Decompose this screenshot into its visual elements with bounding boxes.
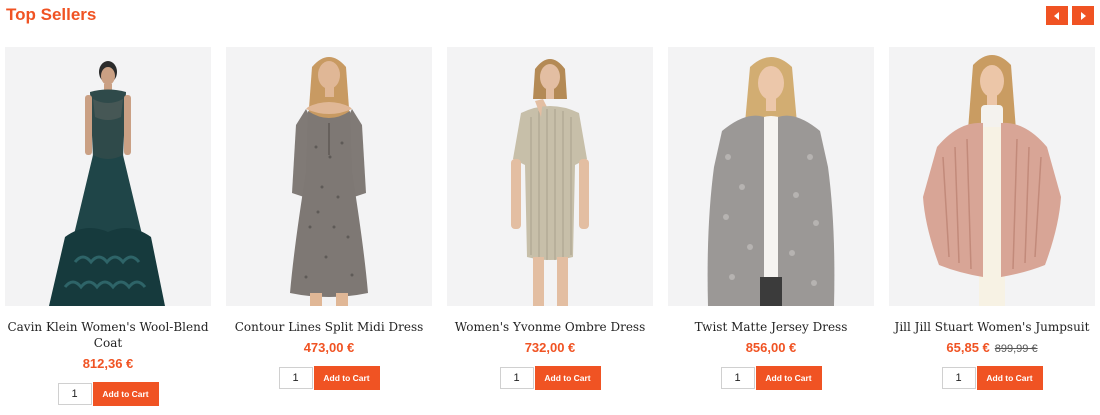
- product-image[interactable]: [668, 47, 874, 306]
- woman-in-pink-faux-fur-jacket-image: [923, 55, 1061, 306]
- product-card: Jill Jill Stuart Women's Jumpsuit 65,85 …: [889, 47, 1095, 406]
- add-to-cart-row: Add to Cart: [499, 366, 601, 390]
- price-row: 65,85 € 899,99 €: [946, 340, 1037, 357]
- quantity-input[interactable]: [278, 367, 313, 389]
- product-carousel: Cavin Klein Women's Wool-Blend Coat 812,…: [5, 47, 1095, 406]
- product-price: 812,36 €: [82, 356, 134, 371]
- product-image[interactable]: [5, 47, 211, 306]
- product-card: Women's Yvonme Ombre Dress 732,00 € Add …: [447, 47, 653, 406]
- price-row: 473,00 €: [304, 340, 355, 357]
- product-price: 732,00 €: [524, 340, 576, 355]
- add-to-cart-row: Add to Cart: [720, 366, 822, 390]
- woman-in-grey-knit-cardigan-image: [707, 57, 835, 306]
- add-to-cart-row: Add to Cart: [57, 382, 159, 406]
- woman-in-grey-print-mini-dress-image: [290, 57, 368, 306]
- product-card: Contour Lines Split Midi Dress 473,00 € …: [226, 47, 432, 406]
- carousel-next-button[interactable]: [1072, 6, 1094, 25]
- price-row: 856,00 €: [746, 340, 797, 357]
- add-to-cart-button[interactable]: Add to Cart: [976, 366, 1043, 390]
- add-to-cart-button[interactable]: Add to Cart: [313, 366, 380, 390]
- product-name[interactable]: Women's Yvonme Ombre Dress: [447, 319, 653, 335]
- add-to-cart-button[interactable]: Add to Cart: [755, 366, 822, 390]
- product-name[interactable]: Twist Matte Jersey Dress: [668, 319, 874, 335]
- caret-left-icon: [1054, 11, 1059, 20]
- product-card: Twist Matte Jersey Dress 856,00 € Add to…: [668, 47, 874, 406]
- woman-in-pleated-silver-dress-image: [511, 59, 589, 306]
- price-row: 812,36 €: [83, 356, 134, 373]
- product-image[interactable]: [889, 47, 1095, 306]
- carousel-nav: [1046, 6, 1094, 25]
- quantity-input[interactable]: [941, 367, 976, 389]
- caret-right-icon: [1081, 11, 1086, 20]
- add-to-cart-button[interactable]: Add to Cart: [92, 382, 159, 406]
- quantity-input[interactable]: [720, 367, 755, 389]
- product-name[interactable]: Jill Jill Stuart Women's Jumpsuit: [889, 319, 1095, 335]
- product-name[interactable]: Cavin Klein Women's Wool-Blend Coat: [5, 319, 211, 351]
- quantity-input[interactable]: [57, 383, 92, 405]
- add-to-cart-button[interactable]: Add to Cart: [534, 366, 601, 390]
- carousel-prev-button[interactable]: [1046, 6, 1068, 25]
- add-to-cart-row: Add to Cart: [941, 366, 1043, 390]
- product-card: Cavin Klein Women's Wool-Blend Coat 812,…: [5, 47, 211, 406]
- product-price: 65,85 €: [946, 340, 990, 355]
- section-title: Top Sellers: [6, 5, 97, 24]
- woman-in-dark-teal-gown-image: [49, 61, 165, 306]
- product-name[interactable]: Contour Lines Split Midi Dress: [226, 319, 432, 335]
- product-price: 856,00 €: [745, 340, 797, 355]
- add-to-cart-row: Add to Cart: [278, 366, 380, 390]
- product-price: 473,00 €: [303, 340, 355, 355]
- product-image[interactable]: [447, 47, 653, 306]
- product-old-price: 899,99 €: [994, 343, 1038, 355]
- price-row: 732,00 €: [525, 340, 576, 357]
- quantity-input[interactable]: [499, 367, 534, 389]
- product-image[interactable]: [226, 47, 432, 306]
